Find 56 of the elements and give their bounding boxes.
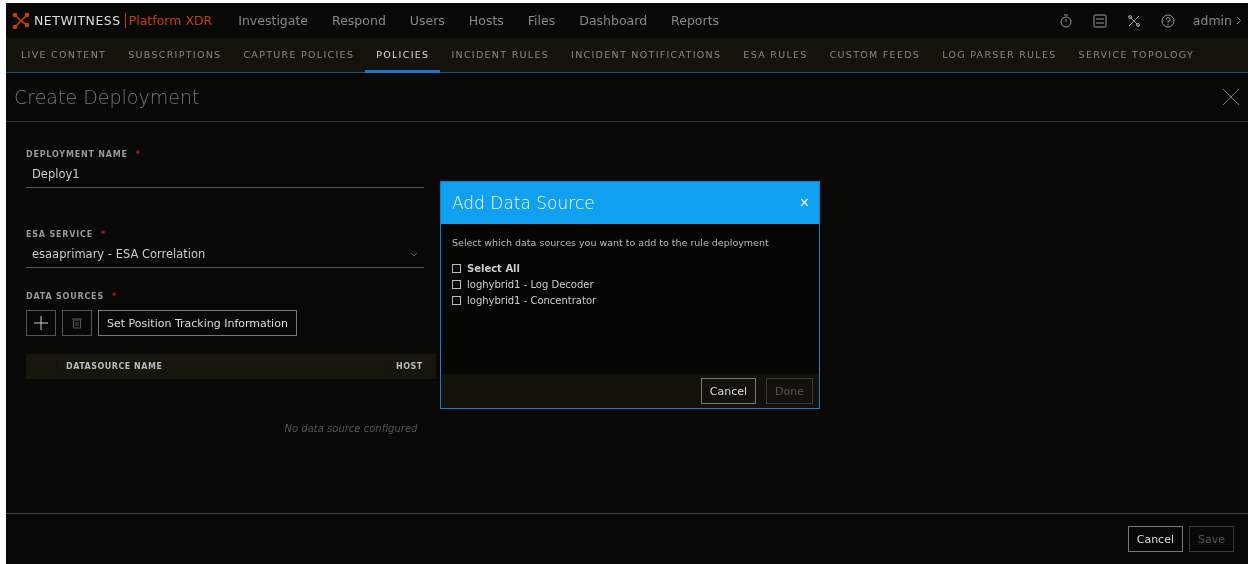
nav-link[interactable]: Investigate xyxy=(226,13,321,28)
empty-message: No data source configured xyxy=(283,423,419,434)
product-name: Platform XDR xyxy=(124,13,213,28)
close-button[interactable]: × xyxy=(799,194,809,212)
required-mark: * xyxy=(135,150,141,159)
checkbox[interactable] xyxy=(452,280,461,289)
nav-link[interactable]: Dashboard xyxy=(567,13,660,28)
delete-button[interactable] xyxy=(62,310,92,336)
sub-tab[interactable]: INCIDENT NOTIFICATIONS xyxy=(560,38,733,73)
plus-icon xyxy=(34,316,48,330)
field-label: DEPLOYMENT NAME xyxy=(26,150,128,159)
nav-link[interactable]: Users xyxy=(397,13,457,28)
nav-link[interactable]: Files xyxy=(515,13,568,28)
chevron-down-icon xyxy=(410,251,418,257)
help-icon[interactable] xyxy=(1160,13,1175,28)
option-label[interactable]: loghybrid1 - Concentrator xyxy=(467,295,597,306)
nav-link[interactable]: Respond xyxy=(320,13,398,28)
close-button[interactable] xyxy=(1222,88,1240,106)
checkbox[interactable] xyxy=(452,296,461,305)
field-label: ESA SERVICE xyxy=(26,230,93,239)
tracking-button[interactable]: Set Position Tracking Information xyxy=(98,310,297,336)
column-header: DATASOURCE NAME xyxy=(57,362,387,371)
sub-tab[interactable]: LIVE CONTENT xyxy=(10,38,118,73)
chevron-icon[interactable] xyxy=(1236,16,1242,25)
sliders-icon[interactable] xyxy=(1092,13,1107,28)
option-label[interactable]: Select All xyxy=(467,263,520,274)
esa-service-dropdown[interactable]: esaaprimary - ESA Correlation xyxy=(26,239,424,268)
nav-link[interactable]: Hosts xyxy=(456,13,516,28)
page-title: Create Deployment xyxy=(14,86,200,108)
stopwatch-icon[interactable] xyxy=(1058,13,1073,28)
sub-tab[interactable]: CUSTOM FEEDS xyxy=(818,38,932,73)
required-mark: * xyxy=(111,292,117,301)
sub-tab[interactable]: LOG PARSER RULES xyxy=(931,38,1068,73)
dialog-button[interactable]: Cancel xyxy=(700,378,757,404)
column-header: HOST xyxy=(387,362,436,371)
trash-icon xyxy=(72,317,82,329)
footer-button[interactable]: Cancel xyxy=(1127,526,1183,552)
brand-name: NETWITNESS xyxy=(34,13,121,28)
option-label[interactable]: loghybrid1 - Log Decoder xyxy=(467,279,594,290)
add-button[interactable] xyxy=(26,310,56,336)
required-mark: * xyxy=(100,230,106,239)
field-label: DATA SOURCES xyxy=(26,292,104,301)
dialog-title: Add Data Source xyxy=(452,193,595,213)
sub-tab[interactable]: SERVICE TOPOLOGY xyxy=(1067,38,1206,73)
dialog-instruction: Select which data sources you want to add to the rule deployment xyxy=(452,237,770,248)
deployment-name-field[interactable]: Deploy1 xyxy=(26,159,424,188)
logo-icon xyxy=(12,12,30,29)
nav-link[interactable]: Reports xyxy=(659,13,732,28)
user-menu[interactable]: admin xyxy=(1192,13,1232,28)
sub-tab[interactable]: CAPTURE POLICIES xyxy=(232,38,366,73)
sub-tab[interactable]: ESA RULES xyxy=(732,38,819,73)
checkbox[interactable] xyxy=(452,264,461,273)
tools-icon[interactable] xyxy=(1126,13,1141,28)
sub-tab[interactable]: POLICIES xyxy=(365,38,441,73)
sub-tab[interactable]: INCIDENT RULES xyxy=(440,38,561,73)
sub-tab[interactable]: SUBSCRIPTIONS xyxy=(117,38,233,73)
